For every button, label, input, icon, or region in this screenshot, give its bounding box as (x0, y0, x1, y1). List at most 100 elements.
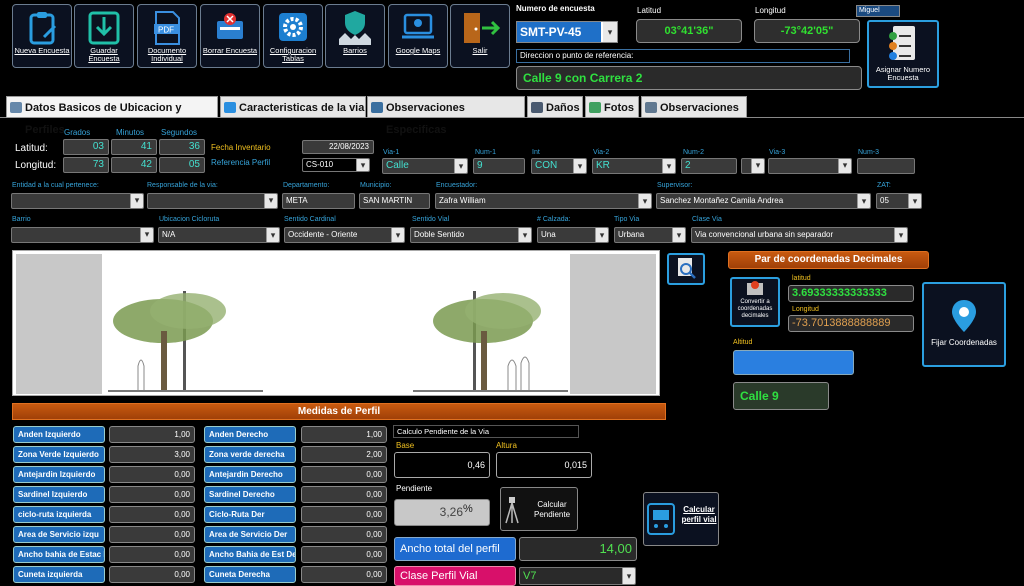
medida-input-right-3[interactable]: 0,00 (301, 486, 387, 503)
medida-input-right-1[interactable]: 2,00 (301, 446, 387, 463)
referencia-perfil-select[interactable]: CS-010 (302, 158, 370, 172)
documento-individual-button[interactable]: PDF Documento Individual (137, 4, 197, 68)
num2-input[interactable]: 2 (681, 158, 737, 174)
medida-label-right-7: Cuneta Derecha (204, 566, 296, 583)
magnifier-icon (678, 258, 696, 279)
lat-grados-input[interactable]: 03 (63, 139, 109, 155)
num3-input[interactable] (857, 158, 915, 174)
convertir-label: Convertir a coordenadas decimales (737, 299, 773, 319)
cicloruta-select[interactable]: N/A (158, 227, 280, 243)
calzada-select[interactable]: Una (537, 227, 609, 243)
via1-select[interactable]: Calle (382, 158, 468, 174)
medida-input-left-5[interactable]: 0,00 (109, 526, 195, 543)
direccion-input[interactable]: Calle 9 con Carrera 2 (516, 66, 862, 90)
medida-input-right-2[interactable]: 0,00 (301, 466, 387, 483)
lat-segundos-input[interactable]: 36 (159, 139, 205, 155)
municipio-input[interactable]: SAN MARTIN (359, 193, 430, 209)
num1-input[interactable]: 9 (473, 158, 525, 174)
medida-input-left-7[interactable]: 0,00 (109, 566, 195, 583)
num2-label: Num-2 (683, 149, 705, 156)
responsable-select[interactable] (147, 193, 278, 209)
longitud-header-label: Longitud (755, 6, 786, 15)
calcular-perfil-button[interactable]: Calcular perfil vial (643, 492, 719, 546)
tipo-via-select[interactable]: Urbana (614, 227, 686, 243)
calcular-pendiente-button[interactable]: Calcular Pendiente (500, 487, 578, 531)
lon-minutos-input[interactable]: 42 (111, 157, 157, 173)
barrios-button[interactable]: Barrios (325, 4, 385, 68)
base-input[interactable]: 0,46 (394, 452, 490, 478)
medida-label-right-1: Zona verde derecha (204, 446, 296, 463)
tab-caracteristicas[interactable]: Caracteristicas de la via (220, 96, 366, 118)
medida-input-left-3[interactable]: 0,00 (109, 486, 195, 503)
medida-input-left-2[interactable]: 0,00 (109, 466, 195, 483)
borrar-encuesta-button[interactable]: Borrar Encuesta (200, 4, 260, 68)
altitud-input[interactable] (733, 350, 854, 375)
tab-danos[interactable]: Daños (527, 96, 583, 118)
decimal-longitud-value[interactable]: -73.7013888888889 (788, 315, 914, 332)
clase-perfil-select[interactable]: V7 (519, 567, 636, 585)
photo-icon (589, 102, 601, 113)
medida-input-left-0[interactable]: 1,00 (109, 426, 195, 443)
supervisor-select[interactable]: Sanchez Montañez Camila Andrea (656, 193, 871, 209)
medida-label-left-6: Ancho bahia de Estac I (13, 546, 105, 563)
tab-observaciones[interactable]: Observaciones (641, 96, 747, 118)
zoom-image-button[interactable] (667, 253, 705, 285)
medida-input-right-4[interactable]: 0,00 (301, 506, 387, 523)
sentido-vial-label: Sentido Vial (412, 216, 450, 223)
lon-grados-input[interactable]: 73 (63, 157, 109, 173)
altura-label: Altura (496, 441, 517, 450)
guardar-encuesta-button[interactable]: Guardar Encuesta (74, 4, 134, 68)
zat-select[interactable]: 05 (876, 193, 922, 209)
medida-input-right-6[interactable]: 0,00 (301, 546, 387, 563)
latitud-label: Latitud: (15, 143, 48, 154)
longitud-label: Longitud: (15, 160, 57, 171)
medida-input-left-1[interactable]: 3,00 (109, 446, 195, 463)
clase-via-select[interactable]: Via convencional urbana sin separador (691, 227, 908, 243)
medida-input-right-7[interactable]: 0,00 (301, 566, 387, 583)
google-maps-button[interactable]: Google Maps (388, 4, 448, 68)
sentido-vial-select[interactable]: Doble Sentido (410, 227, 532, 243)
convertir-button[interactable]: Convertir a coordenadas decimales (730, 277, 780, 327)
fecha-inventario-input[interactable]: 22/08/2023 (302, 140, 374, 154)
decimal-latitud-value[interactable]: 3.69333333333333 (788, 285, 914, 302)
ancho-total-label: Ancho total del perfil (394, 537, 516, 561)
sentido-cardinal-select[interactable]: Occidente - Oriente (284, 227, 405, 243)
train-icon (647, 503, 675, 535)
via2-select[interactable]: KR (592, 158, 676, 174)
salir-button[interactable]: Salir (450, 4, 510, 68)
via3-select[interactable] (768, 158, 852, 174)
entidad-label: Entidad a la cual pertenece: (12, 182, 99, 189)
chevron-down-icon[interactable]: ▾ (603, 22, 617, 42)
int-label: Int (532, 149, 540, 156)
altura-input[interactable]: 0,015 (496, 452, 592, 478)
entidad-select[interactable] (11, 193, 144, 209)
altitud-label: Altitud (733, 339, 753, 346)
tab-label: Observaciones Especificas (386, 102, 465, 136)
nueva-encuesta-button[interactable]: Nueva Encuesta (12, 4, 72, 68)
medida-input-right-0[interactable]: 1,00 (301, 426, 387, 443)
fijar-coordenadas-label: Fijar Coordenadas (931, 338, 997, 347)
configuracion-tablas-button[interactable]: Configuracion Tablas (263, 4, 323, 68)
fijar-coordenadas-button[interactable]: Fijar Coordenadas (922, 282, 1006, 367)
segundos-label: Segundos (161, 128, 198, 137)
medida-input-left-6[interactable]: 0,00 (109, 546, 195, 563)
lat-minutos-input[interactable]: 41 (111, 139, 157, 155)
tab-fotos[interactable]: Fotos (585, 96, 639, 118)
grados-label: Grados (64, 128, 91, 137)
medida-input-right-5[interactable]: 0,00 (301, 526, 387, 543)
medida-input-left-4[interactable]: 0,00 (109, 506, 195, 523)
num2-suffix-select[interactable] (741, 158, 765, 174)
encuestador-select[interactable]: Zafra William (435, 193, 652, 209)
departamento-input[interactable]: META (282, 193, 355, 209)
medida-label-left-5: Area de Servicio izqu (13, 526, 105, 543)
barrio-select[interactable] (11, 227, 154, 243)
medida-label-left-4: ciclo-ruta izquierda (13, 506, 105, 523)
asignar-numero-button[interactable]: Asignar Numero Encuesta (867, 20, 939, 88)
pendiente-value: 3,26 (394, 499, 490, 526)
lon-segundos-input[interactable]: 05 (159, 157, 205, 173)
encuestador-label: Encuestador: (436, 182, 478, 189)
numero-encuesta-select[interactable]: SMT-PV-45 ▾ (516, 21, 618, 43)
tab-observaciones-especificas[interactable]: Observaciones Especificas (367, 96, 525, 136)
tab-datos-basicos[interactable]: Datos Basicos de Ubicacion y Perfiles (6, 96, 218, 136)
int-select[interactable]: CON (531, 158, 587, 174)
